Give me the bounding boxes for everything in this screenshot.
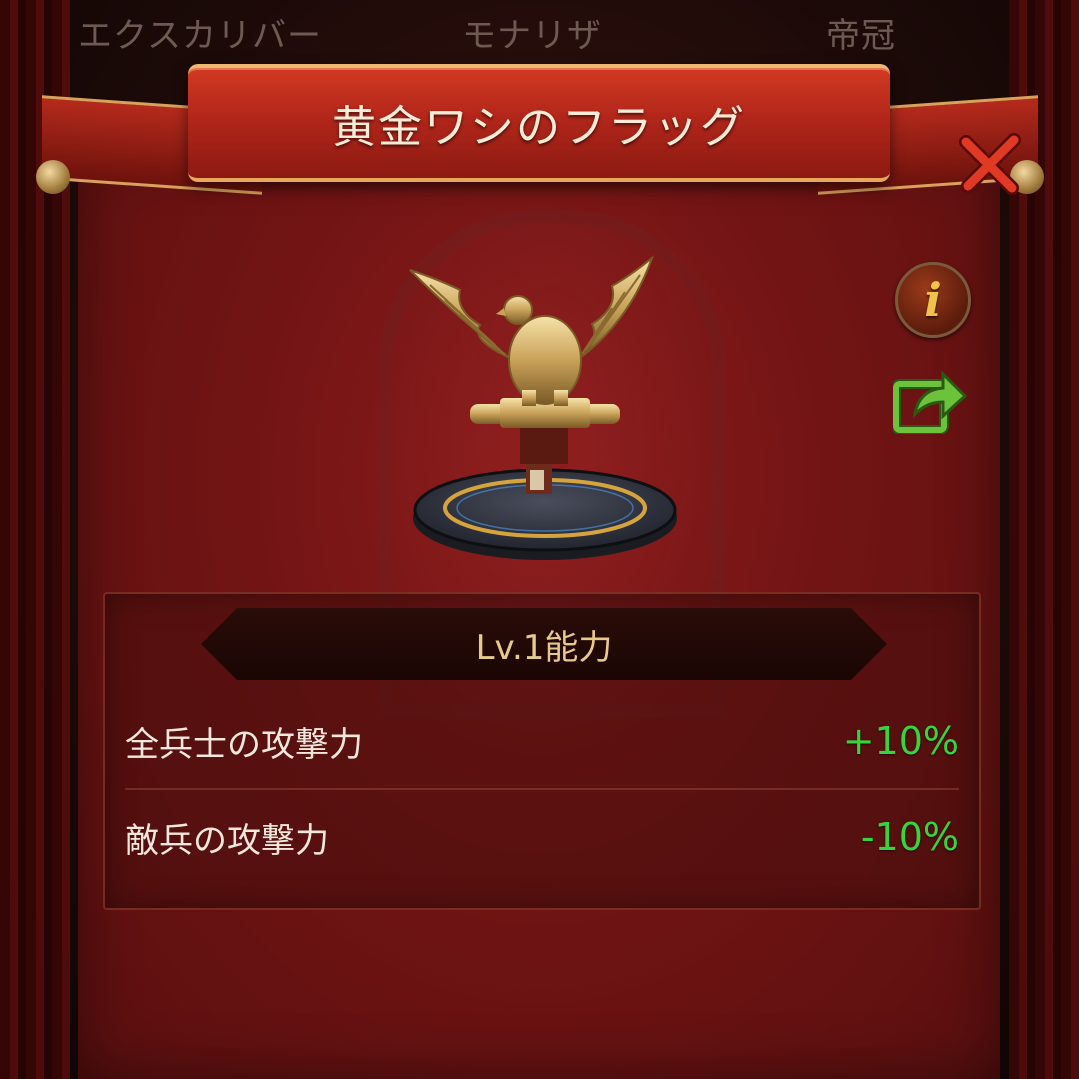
stat-label: 敵兵の攻撃力 <box>125 820 329 861</box>
stat-value: +10% <box>842 719 959 763</box>
close-button[interactable] <box>958 132 1022 196</box>
close-x-icon <box>959 133 1021 195</box>
tab-mona-lisa[interactable]: モナリザ <box>462 8 602 57</box>
level-header: Lv.1能力 <box>201 608 887 680</box>
dialog-title: 黄金ワシのフラッグ <box>332 102 746 153</box>
stat-row: 敵兵の攻撃力 -10% <box>125 790 959 884</box>
share-icon <box>891 370 968 435</box>
level-label: Lv.1能力 <box>475 627 613 668</box>
ability-panel: Lv.1能力 全兵士の攻撃力 +10% 敵兵の攻撃力 -10% <box>103 592 981 910</box>
stat-value: -10% <box>860 815 959 859</box>
banner-knob-left <box>36 160 70 194</box>
info-icon: i <box>924 273 942 327</box>
title-banner: 黄金ワシのフラッグ <box>188 64 890 182</box>
golden-eagle-standard-image <box>400 250 690 570</box>
share-button[interactable] <box>891 366 968 435</box>
artifact-tabs: エクスカリバー モナリザ 帝冠 <box>0 0 1079 62</box>
tab-imperial-crown[interactable]: 帝冠 <box>826 8 896 57</box>
stat-row: 全兵士の攻撃力 +10% <box>125 694 959 790</box>
tab-excalibur[interactable]: エクスカリバー <box>78 8 322 57</box>
stat-label: 全兵士の攻撃力 <box>125 724 363 765</box>
info-button[interactable]: i <box>895 262 971 338</box>
game-screen: エクスカリバー モナリザ 帝冠 黄金ワシのフラッグ i Lv.1能力 全兵士の攻… <box>0 0 1079 1079</box>
